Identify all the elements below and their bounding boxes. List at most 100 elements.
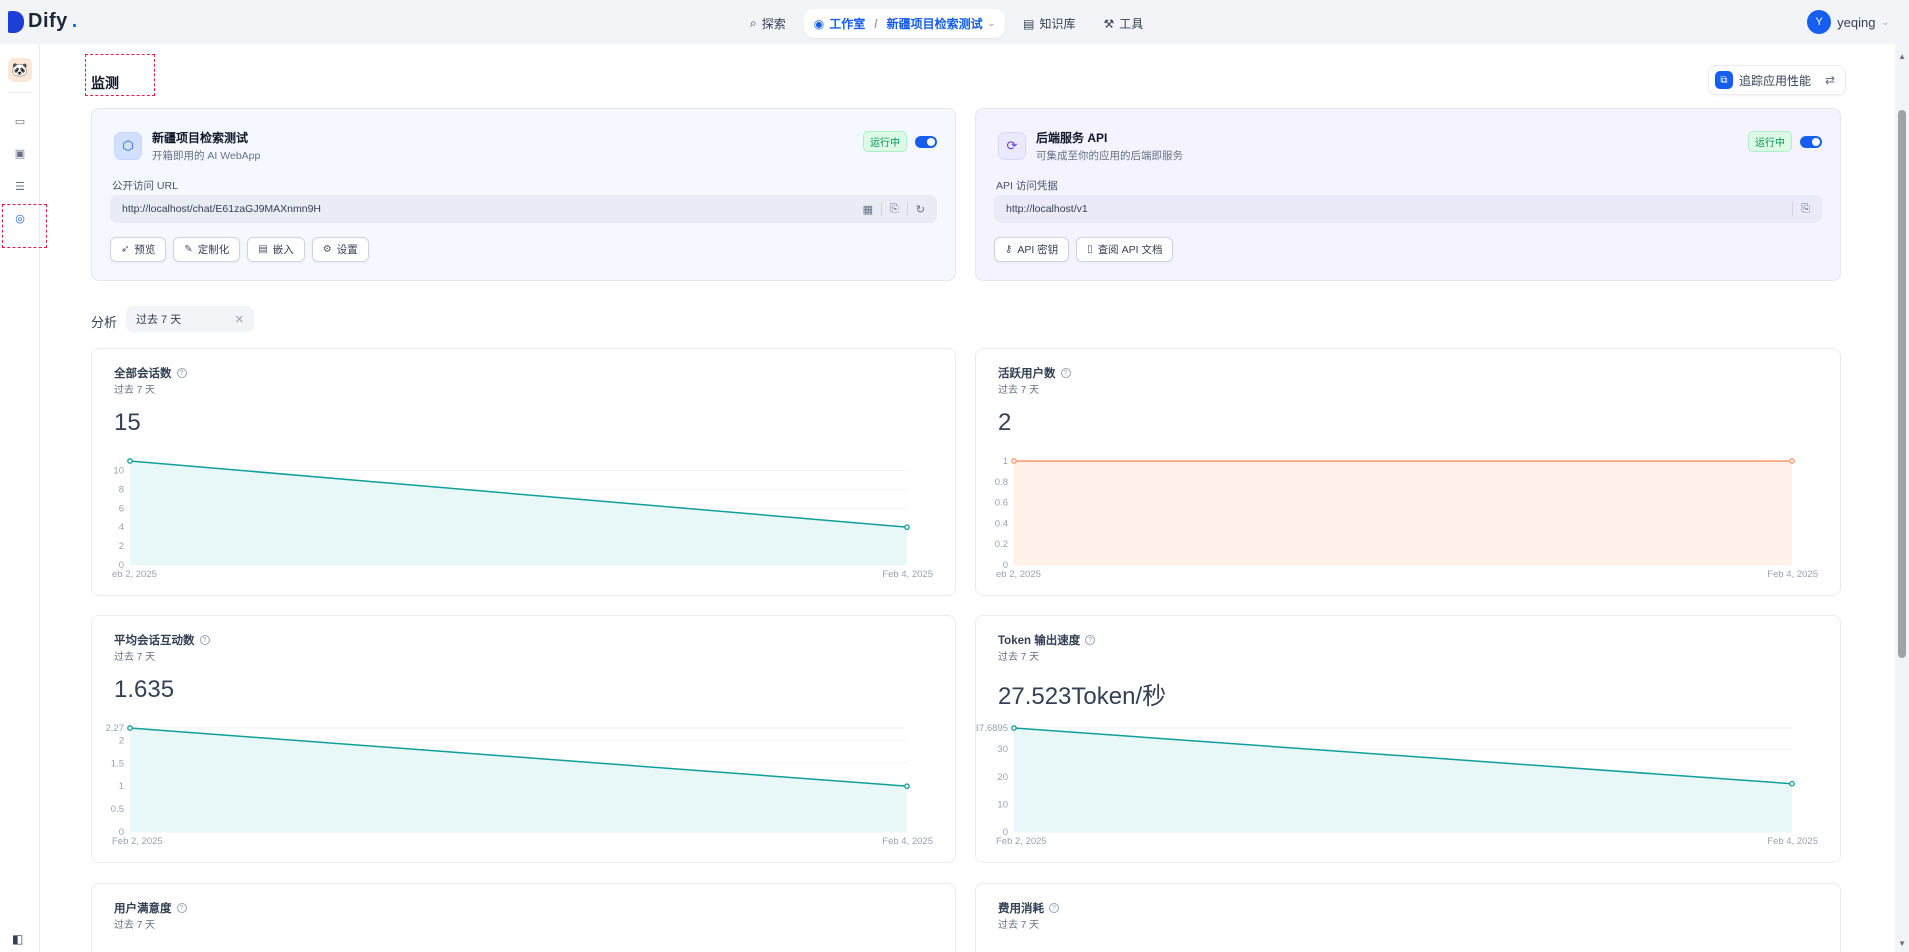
metric-card-avg-interactions: 0 0.5 1 1.5 2 2.27 Feb 2, 2025 Feb 4, 2025 平均会话… — [91, 615, 956, 863]
data-point — [1789, 780, 1795, 787]
logs-icon[interactable]: ☰ — [12, 178, 28, 194]
metric-card-active-users: 0 0.2 0.4 0.6 0.8 1 eb 2, 2025 Feb 4, 2025 活跃用户… — [975, 348, 1841, 596]
y-tick-label: 1 — [119, 781, 124, 792]
api-docs-button[interactable]: ▯ 查阅 API 文档 — [1076, 237, 1174, 262]
metric-title: 平均会话互动数 — [114, 635, 195, 647]
metric-subtitle: 过去 7 天 — [114, 385, 156, 396]
data-point — [127, 458, 133, 464]
book-icon: ▤ — [1023, 16, 1035, 31]
nav-tools[interactable]: ⚒ 工具 — [1094, 9, 1154, 38]
cube-icon: ⬡ — [114, 132, 142, 160]
qrcode-icon[interactable]: ▦ — [863, 203, 873, 216]
hammer-icon: ⚒ — [1103, 16, 1115, 31]
tracing-icon: ⧉ — [1715, 71, 1733, 89]
help-icon[interactable]: ? — [1049, 903, 1059, 913]
x-tick-label: Feb 4, 2025 — [1767, 836, 1818, 847]
embed-button-label: 嵌入 — [272, 244, 294, 256]
y-tick-label: 2 — [119, 541, 124, 552]
metric-title: 用户满意度 — [114, 903, 172, 915]
rocket-icon: ➶ — [121, 244, 130, 255]
nav-knowledge[interactable]: ▤ 知识库 — [1013, 9, 1085, 38]
settings-button-label: 设置 — [336, 244, 358, 256]
public-url-value[interactable]: http://localhost/chat/E61zaGJ9MAXnmn9H — [122, 203, 321, 215]
settings-button[interactable]: ⚙ 设置 — [311, 237, 369, 262]
y-tick-label: 4 — [119, 522, 124, 533]
app-avatar[interactable]: 🐼 — [8, 58, 32, 82]
webapp-enable-toggle[interactable] — [915, 135, 937, 148]
nav-knowledge-label: 知识库 — [1039, 17, 1076, 31]
help-icon[interactable]: ? — [1085, 635, 1096, 645]
close-icon[interactable]: ✕ — [235, 313, 244, 326]
collapse-sidebar-icon[interactable]: ◧ — [12, 932, 28, 948]
nav-tools-label: 工具 — [1119, 17, 1144, 31]
orchestrate-icon[interactable]: ▭ — [12, 113, 28, 129]
area-fill — [1014, 461, 1792, 565]
dify-logo[interactable]: Dify. — [8, 10, 77, 33]
help-icon[interactable]: ? — [176, 368, 187, 378]
embed-icon: ▤ — [258, 244, 268, 255]
metric-subtitle: 过去 7 天 — [998, 652, 1040, 663]
app-sidebar: 🐼 ▭ ▣ ☰ ◎ ◧ — [0, 44, 40, 952]
api-key-button[interactable]: ⚷ API 密钥 — [994, 237, 1070, 262]
x-tick-label: Feb 2, 2025 — [112, 836, 163, 847]
copy-icon[interactable]: ⎘ — [890, 203, 899, 216]
y-tick-label: 10 — [997, 799, 1008, 810]
api-card-title: 后端服务 API — [1036, 131, 1108, 145]
current-app-selector[interactable]: 新疆项目检索测试 — [887, 15, 983, 32]
public-url-field[interactable]: http://localhost/chat/E61zaGJ9MAXnmn9H ▦… — [110, 195, 937, 223]
webapp-card: ⬡ 新疆项目检索测试 开箱即用的 AI WebApp 运行中 公开访问 URL … — [91, 108, 956, 281]
nav-explore[interactable]: ⌕ 探索 — [740, 9, 796, 38]
x-tick-label: Feb 4, 2025 — [1767, 569, 1818, 580]
api-enable-toggle[interactable] — [1800, 135, 1822, 148]
scrollbar[interactable]: ▲ ▼ — [1895, 44, 1909, 952]
y-tick-label: 20 — [997, 772, 1008, 783]
logo-mark-icon — [8, 10, 24, 33]
data-point — [1789, 458, 1795, 464]
preview-button[interactable]: ➶ 预览 — [110, 237, 167, 262]
scroll-down-icon[interactable]: ▼ — [1898, 939, 1906, 948]
x-tick-label: eb 2, 2025 — [112, 569, 157, 580]
y-tick-label: 10 — [113, 465, 124, 476]
document-icon: ▯ — [1087, 244, 1093, 255]
help-icon[interactable]: ? — [1060, 368, 1071, 378]
area-fill — [130, 461, 907, 565]
y-tick-label: 8 — [119, 484, 124, 495]
embed-button[interactable]: ▤ 嵌入 — [247, 237, 305, 262]
key-icon: ⚷ — [1005, 244, 1013, 255]
y-tick-label: 0.5 — [111, 804, 124, 815]
data-point — [1011, 458, 1017, 464]
customize-button[interactable]: ✎ 定制化 — [173, 237, 241, 262]
scrollbar-thumb[interactable] — [1898, 110, 1906, 658]
metric-subtitle: 过去 7 天 — [998, 385, 1040, 396]
metric-chart: 0246810eb 2, 2025 Feb 4, 2025 — [112, 458, 933, 580]
status-badge: 运行中 — [1748, 131, 1792, 152]
trace-app-performance-button[interactable]: ⧉ 追踪应用性能 ⇄ — [1708, 65, 1847, 95]
refresh-icon[interactable]: ↻ — [916, 203, 925, 216]
page-title: 监测 — [91, 75, 119, 91]
help-icon[interactable]: ? — [199, 635, 210, 645]
terminal-icon[interactable]: ▣ — [12, 145, 28, 161]
copy-icon[interactable]: ⎘ — [1801, 203, 1810, 216]
metric-subtitle: 过去 7 天 — [114, 920, 156, 931]
chevron-down-icon: ⌄ — [987, 18, 996, 28]
period-select[interactable]: 过去 7 天 ✕ — [126, 306, 254, 332]
brush-icon: ✎ — [184, 244, 193, 255]
help-icon[interactable]: ? — [176, 903, 187, 913]
y-tick-label: 0.8 — [995, 477, 1008, 488]
logo-dot: . — [71, 10, 78, 32]
data-point — [904, 783, 910, 790]
api-card-subtitle: 可集成至你的应用的后端即服务 — [1036, 150, 1183, 162]
top-navigation: Dify. ⌕ 探索 ◉ 工作室 / 新疆项目检索测试 ⌄ ▤ 知识库 ⚒ 工具 Y … — [0, 0, 1909, 44]
api-url-field[interactable]: http://localhost/v1 ⎘ — [994, 195, 1822, 223]
nav-studio[interactable]: ◉ 工作室 / 新疆项目检索测试 ⌄ — [803, 9, 1006, 38]
scroll-up-icon[interactable]: ▲ — [1898, 52, 1906, 61]
api-url-value[interactable]: http://localhost/v1 — [1006, 203, 1088, 215]
metric-card-user-satisfaction: 用户满意度? 过去 7 天 — [91, 883, 956, 952]
metric-subtitle: 过去 7 天 — [998, 920, 1040, 931]
area-fill — [130, 728, 907, 832]
user-menu[interactable]: Y yeqing ⌄ — [1807, 10, 1889, 34]
data-point — [904, 524, 910, 531]
settings-sliders-icon[interactable]: ⇄ — [1825, 73, 1835, 87]
tool-divider — [1792, 202, 1794, 216]
y-tick-label: 0.6 — [995, 498, 1008, 509]
